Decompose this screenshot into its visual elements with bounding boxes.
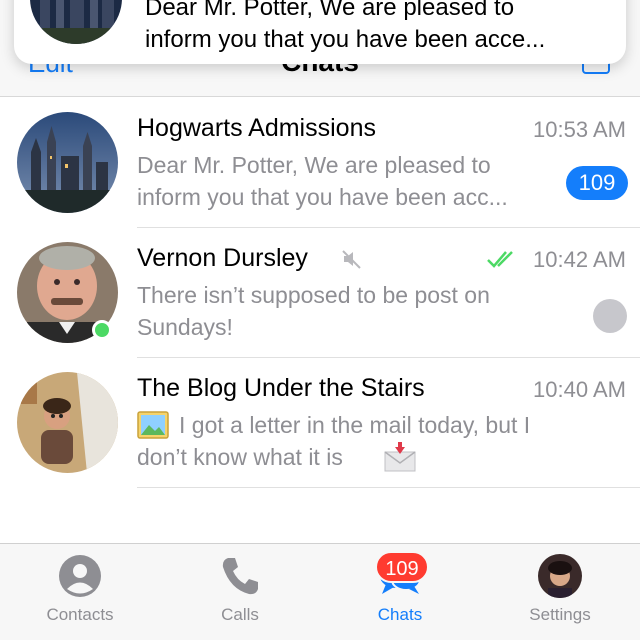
- muted-unread-badge: [593, 299, 627, 333]
- tab-label: Calls: [221, 605, 259, 624]
- double-check-icon: [486, 248, 518, 275]
- tab-label: Contacts: [46, 605, 114, 624]
- phone-icon: [218, 554, 262, 598]
- chat-preview-line-2: inform you that you have been acc...: [137, 184, 508, 210]
- muted-speaker-icon: [341, 248, 363, 275]
- tab-label: Chats: [377, 605, 423, 624]
- avatar: [17, 112, 118, 213]
- tab-chats[interactable]: 109 Chats: [320, 544, 480, 640]
- row-separator: [137, 487, 640, 488]
- person-icon: [58, 554, 102, 598]
- notification-banner[interactable]: Dear Mr. Potter, We are pleased to infor…: [14, 0, 626, 64]
- tab-unread-badge: 109: [375, 551, 429, 583]
- chat-time: 10:40 AM: [533, 377, 626, 402]
- tab-calls[interactable]: Calls: [160, 544, 320, 640]
- chat-name: Hogwarts Admissions: [137, 114, 376, 142]
- chat-time: 10:42 AM: [533, 247, 626, 272]
- tab-settings[interactable]: Settings: [480, 544, 640, 640]
- profile-avatar-icon: [538, 554, 582, 598]
- banner-line-1: Dear Mr. Potter, We are pleased to: [145, 0, 515, 21]
- banner-message: Dear Mr. Potter, We are pleased to infor…: [145, 0, 545, 56]
- chat-preview-line-1: Dear Mr. Potter, We are pleased to: [137, 152, 491, 178]
- chat-preview-line-1: I got a letter in the mail today, but I: [179, 412, 531, 438]
- avatar: [17, 372, 118, 473]
- envelope-icon: [384, 442, 416, 477]
- unread-badge: 109: [566, 166, 628, 200]
- chat-preview: I got a letter in the mail today, but I …: [137, 409, 557, 473]
- banner-avatar: [30, 0, 122, 44]
- chat-name: Vernon Dursley: [137, 244, 308, 272]
- chat-preview: There isn’t supposed to be post on Sunda…: [137, 279, 557, 343]
- chat-name: The Blog Under the Stairs: [137, 374, 425, 402]
- tab-bar: Contacts Calls 109 Chats Settings: [0, 543, 640, 640]
- chat-row-blog-under-the-stairs[interactable]: The Blog Under the Stairs 10:40 AM I got…: [0, 358, 640, 488]
- chat-preview: Dear Mr. Potter, We are pleased to infor…: [137, 149, 557, 213]
- banner-line-2: inform you that you have been acce...: [145, 26, 546, 53]
- chat-preview-line-1: There isn’t supposed to be post on: [137, 282, 490, 308]
- tab-contacts[interactable]: Contacts: [0, 544, 160, 640]
- chat-row-vernon-dursley[interactable]: Vernon Dursley 10:42 AM There isn’t supp…: [0, 228, 640, 358]
- online-indicator: [92, 320, 112, 340]
- tab-label: Settings: [529, 605, 591, 624]
- chat-row-hogwarts-admissions[interactable]: Hogwarts Admissions 10:53 AM Dear Mr. Po…: [0, 98, 640, 228]
- chat-preview-line-2: Sundays!: [137, 314, 233, 340]
- chat-time: 10:53 AM: [533, 117, 626, 142]
- chat-preview-line-2: don’t know what it is: [137, 444, 343, 470]
